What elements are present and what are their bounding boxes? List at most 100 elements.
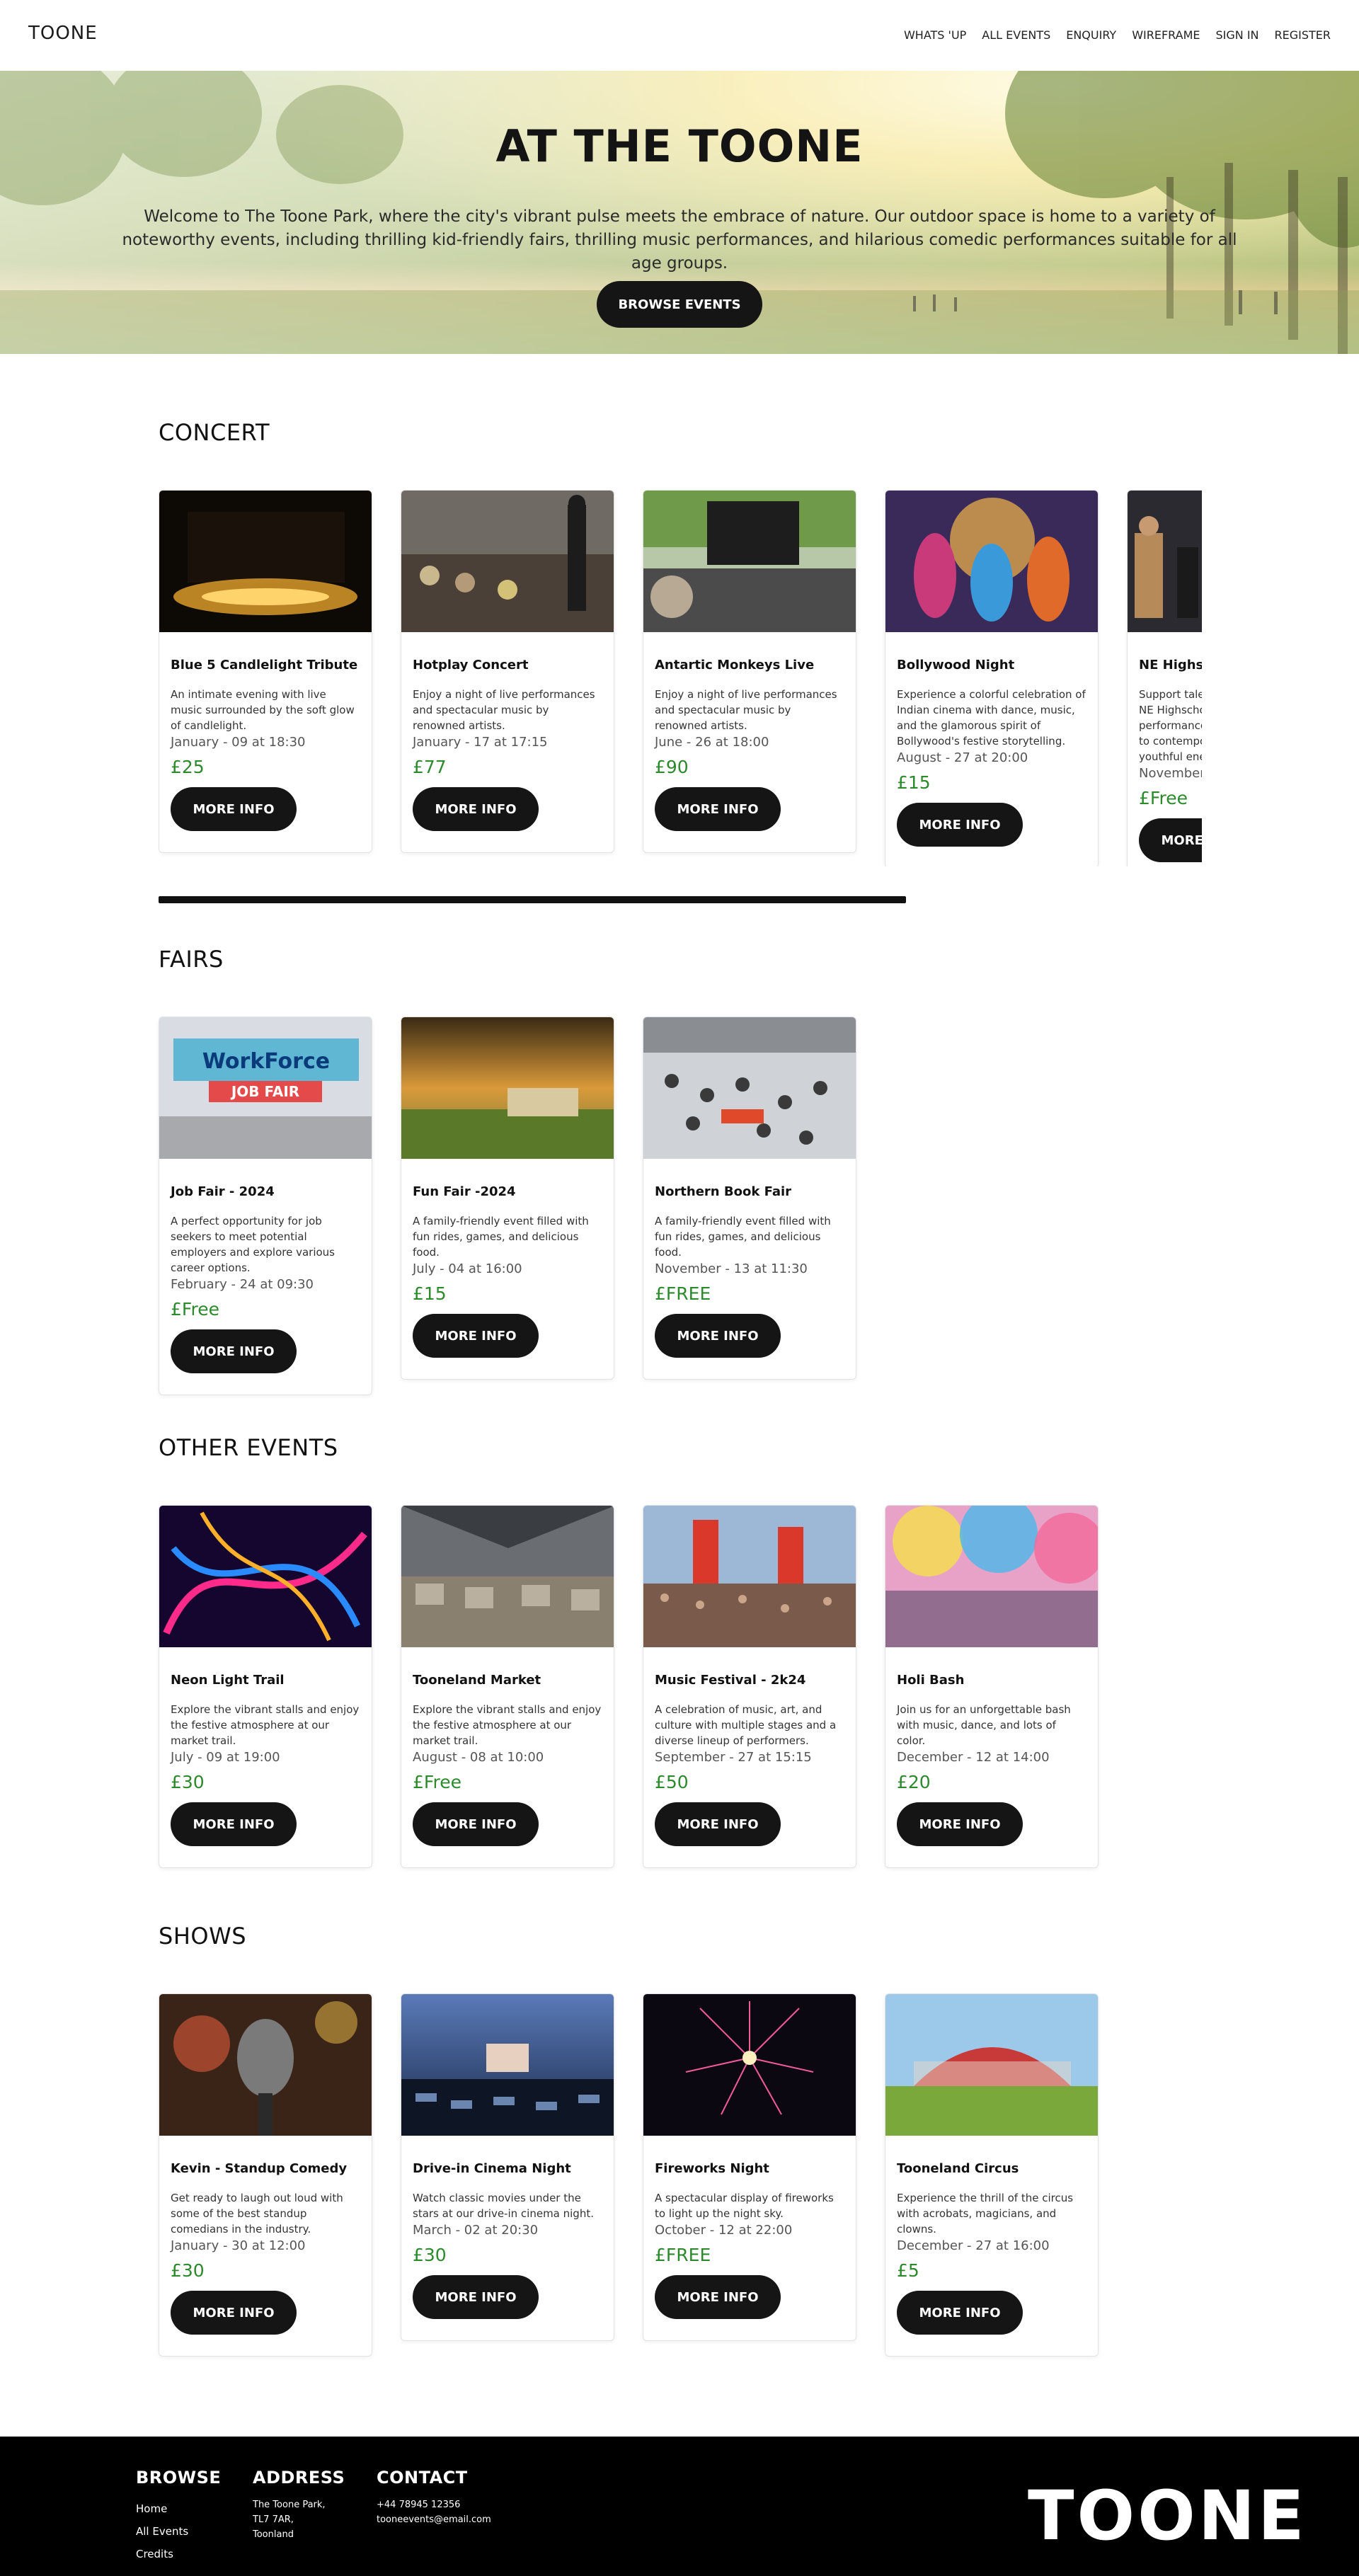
more-info-button[interactable]: MORE INFO — [413, 2275, 539, 2319]
event-price: £Free — [171, 1299, 219, 1320]
event-price: £50 — [655, 1772, 689, 1792]
nav-item-wireframe[interactable]: WIREFRAME — [1132, 28, 1200, 42]
event-title: Neon Light Trail — [171, 1673, 285, 1688]
site-logo[interactable]: TOONE — [28, 23, 98, 44]
event-image — [159, 491, 372, 632]
more-info-button[interactable]: MORE INFO — [171, 1329, 297, 1373]
event-description: Get ready to laugh out loud with some of… — [171, 2192, 343, 2236]
event-card: Tooneland Circus Experience the thrill o… — [885, 1993, 1099, 2357]
event-image — [643, 1017, 856, 1159]
event-description: A family-friendly event filled with fun … — [413, 1215, 589, 1259]
event-title: Fireworks Night — [655, 2161, 769, 2176]
event-description: Enjoy a night of live performances and s… — [655, 688, 837, 732]
event-price: £FREE — [655, 2245, 711, 2265]
section-title-other-events: OTHER EVENTS — [159, 1434, 338, 1461]
event-image — [401, 1994, 614, 2136]
event-card: Music Festival - 2k24 A celebration of m… — [643, 1505, 856, 1868]
nav-item-all-events[interactable]: ALL EVENTS — [982, 28, 1050, 42]
more-info-button[interactable]: MORE INFO — [655, 2275, 781, 2319]
event-description: An intimate evening with live music surr… — [171, 688, 355, 732]
event-description: Experience the thrill of the circus with… — [897, 2192, 1074, 2236]
browse-events-button[interactable]: BROWSE EVENTS — [597, 281, 762, 328]
footer-link-home[interactable]: Home — [136, 2497, 221, 2520]
event-title: Kevin - Standup Comedy — [171, 2161, 348, 2176]
event-date: June - 26 at 18:00 — [655, 735, 769, 750]
event-description: A celebration of music, art, and culture… — [655, 1703, 837, 1747]
svg-text:JOB FAIR: JOB FAIR — [230, 1083, 299, 1100]
event-title: Tooneland Market — [413, 1673, 541, 1688]
more-info-button[interactable]: MORE INFO — [897, 803, 1023, 847]
hero-title: AT THE TOONE — [495, 120, 864, 172]
event-date: July - 04 at 16:00 — [413, 1261, 522, 1276]
top-navigation: TOONE WHATS 'UP ALL EVENTS ENQUIRY WIREF… — [0, 0, 1359, 71]
nav-item-whats-up[interactable]: WHATS 'UP — [904, 28, 966, 42]
carousel-scrollbar[interactable] — [159, 896, 906, 903]
nav-item-sign-in[interactable]: SIGN IN — [1215, 28, 1258, 42]
event-card: Northern Book Fair A family-friendly eve… — [643, 1017, 856, 1380]
footer-contact: CONTACT +44 78945 12356 tooneevents@emai… — [377, 2468, 491, 2527]
event-price: £77 — [413, 757, 447, 777]
event-title: Northern Book Fair — [655, 1184, 792, 1199]
more-info-button[interactable]: MORE INFO — [897, 2291, 1023, 2335]
event-image — [159, 1506, 372, 1647]
event-price: £FREE — [655, 1283, 711, 1304]
section-title-shows: SHOWS — [159, 1923, 247, 1950]
shows-row: Kevin - Standup Comedy Get ready to laug… — [159, 1993, 1202, 2370]
footer-link-all-events[interactable]: All Events — [136, 2520, 221, 2543]
event-title: Holi Bash — [897, 1673, 965, 1688]
footer-link-credits[interactable]: Credits — [136, 2543, 221, 2565]
more-info-button[interactable]: MORE INFO — [413, 1802, 539, 1846]
event-title: Drive-in Cinema Night — [413, 2161, 571, 2176]
more-info-button[interactable]: MORE INFO — [413, 787, 539, 831]
event-description: A spectacular display of fireworks to li… — [655, 2192, 834, 2220]
event-image — [643, 1506, 856, 1647]
event-date: July - 09 at 19:00 — [171, 1750, 280, 1765]
event-date: March - 02 at 20:30 — [413, 2223, 539, 2238]
event-card: Holi Bash Join us for an unforgettable b… — [885, 1505, 1099, 1868]
event-title: Job Fair - 2024 — [171, 1184, 275, 1199]
event-image — [401, 1017, 614, 1159]
more-info-button[interactable]: MORE INFO — [1139, 818, 1202, 862]
event-description: Experience a colorful celebration of Ind… — [897, 688, 1086, 748]
footer-email[interactable]: tooneevents@email.com — [377, 2512, 491, 2527]
event-title: Music Festival - 2k24 — [655, 1673, 806, 1688]
event-date: August - 27 at 20:00 — [897, 750, 1028, 765]
footer-brand-logo: TOONE — [1028, 2476, 1307, 2555]
fairs-row: WorkForce JOB FAIR Job Fair - 2024 A perf… — [159, 1017, 1202, 1395]
event-date: December - 27 at 16:00 — [897, 2238, 1050, 2253]
event-description: Join us for an unforgettable bash with m… — [897, 1703, 1071, 1747]
event-price: £30 — [413, 2245, 447, 2265]
event-price: £25 — [171, 757, 205, 777]
more-info-button[interactable]: MORE INFO — [655, 1802, 781, 1846]
event-price: £30 — [171, 2260, 205, 2281]
event-image — [401, 491, 614, 632]
event-image: WorkForce JOB FAIR — [159, 1017, 372, 1159]
more-info-button[interactable]: MORE INFO — [655, 787, 781, 831]
event-image — [159, 1994, 372, 2136]
footer-phone[interactable]: +44 78945 12356 — [377, 2497, 491, 2512]
event-description: A perfect opportunity for job seekers to… — [171, 1215, 335, 1274]
nav-item-register[interactable]: REGISTER — [1275, 28, 1331, 42]
footer-browse-title: BROWSE — [136, 2468, 222, 2488]
more-info-button[interactable]: MORE INFO — [171, 1802, 297, 1846]
event-image — [885, 1994, 1098, 2136]
event-card: Blue 5 Candlelight Tribute An intimate e… — [159, 490, 372, 853]
more-info-button[interactable]: MORE INFO — [171, 787, 297, 831]
more-info-button[interactable]: MORE INFO — [413, 1314, 539, 1358]
event-price: £5 — [897, 2260, 919, 2281]
event-description: Explore the vibrant stalls and enjoy the… — [171, 1703, 360, 1747]
footer-browse: BROWSE Home All Events Credits — [136, 2468, 221, 2565]
more-info-button[interactable]: MORE INFO — [897, 1802, 1023, 1846]
concert-carousel[interactable]: Blue 5 Candlelight Tribute An intimate e… — [159, 490, 1202, 866]
nav-menu: WHATS 'UP ALL EVENTS ENQUIRY WIREFRAME S… — [904, 28, 1331, 42]
event-image — [885, 1506, 1098, 1647]
event-card: Fireworks Night A spectacular display of… — [643, 1993, 856, 2341]
nav-item-enquiry[interactable]: ENQUIRY — [1066, 28, 1116, 42]
footer-address-title: ADDRESS — [253, 2468, 345, 2488]
event-image — [885, 491, 1098, 632]
more-info-button[interactable]: MORE INFO — [171, 2291, 297, 2335]
more-info-button[interactable]: MORE INFO — [655, 1314, 781, 1358]
event-date: February - 24 at 09:30 — [171, 1277, 314, 1292]
event-card: Bollywood Night Experience a colorful ce… — [885, 490, 1099, 866]
event-card: Fun Fair -2024 A family-friendly event f… — [401, 1017, 614, 1380]
